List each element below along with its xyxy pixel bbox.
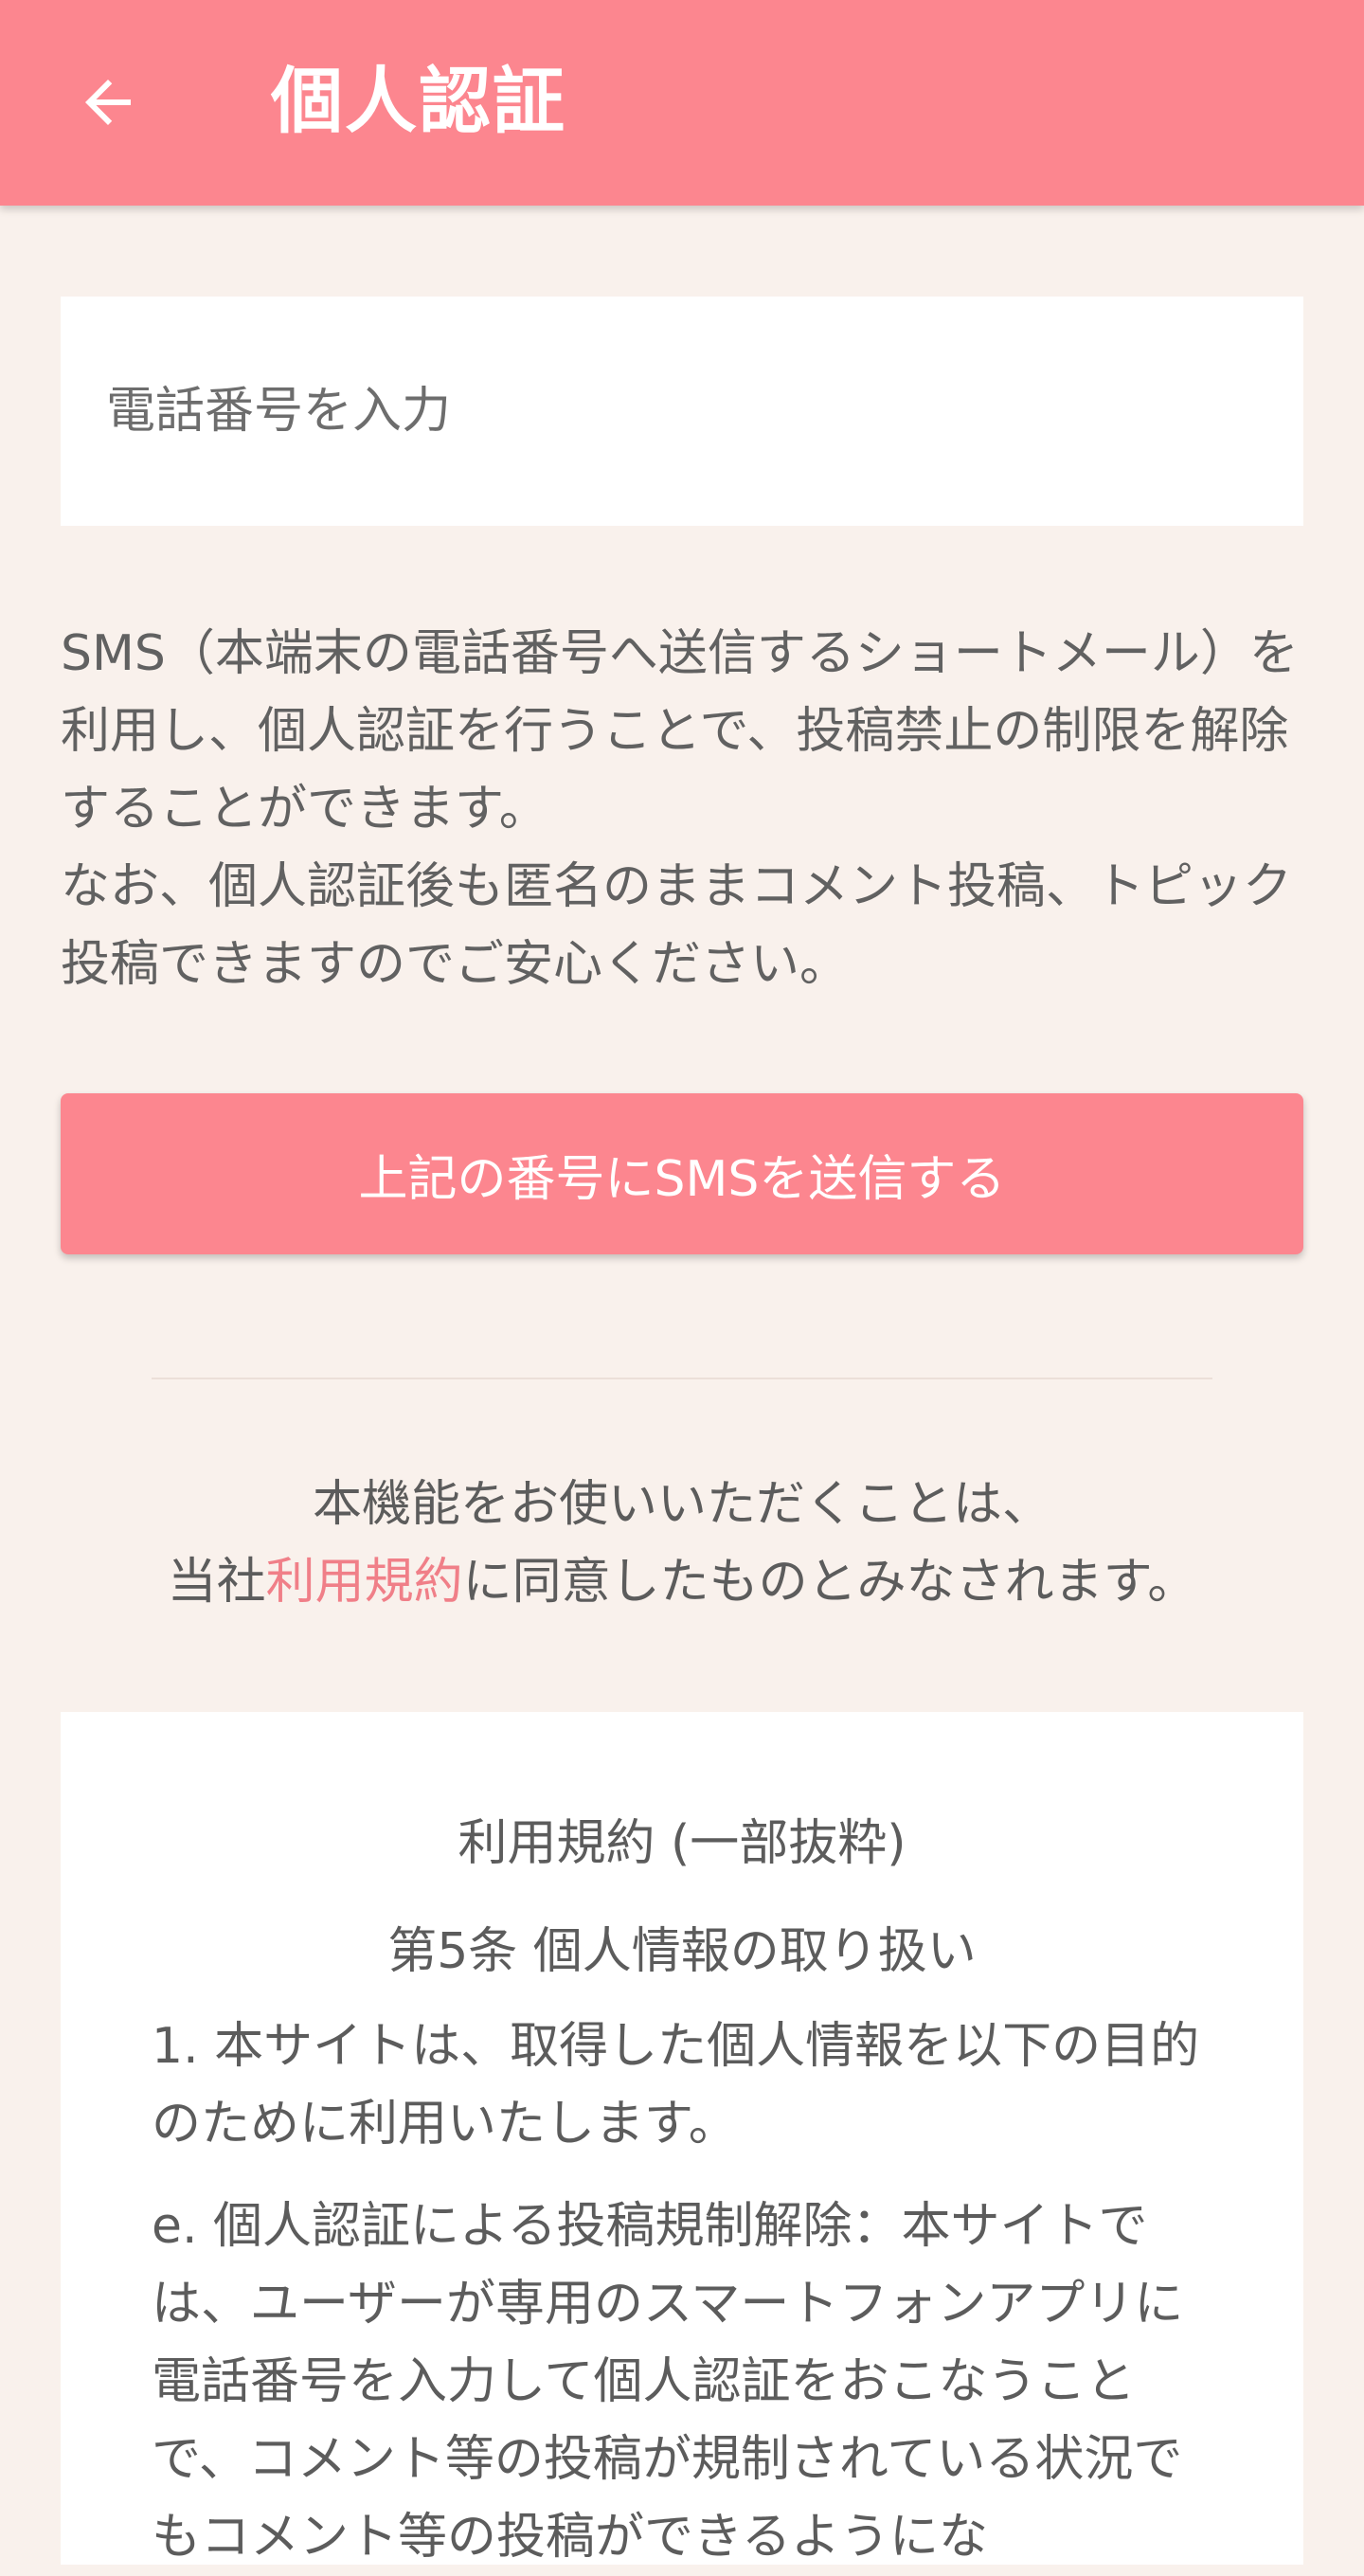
- terms-agreement-notice: 本機能をお使いいただくことは、 当社利用規約に同意したものとみなされます。: [61, 1466, 1303, 1621]
- app-bar: 個人認証: [0, 0, 1364, 206]
- phone-number-input[interactable]: [106, 297, 1258, 526]
- terms-excerpt-card: 利用規約 (一部抜粋) 第5条 個人情報の取り扱い 1. 本サイトは、取得した個…: [61, 1712, 1303, 2566]
- sms-description: SMS（本端末の電話番号へ送信するショートメール）を利用し、個人認証を行うことで…: [61, 625, 1299, 993]
- phone-input-card: [61, 297, 1303, 526]
- agreement-line-1: 本機能をお使いいただくことは、: [312, 1476, 1051, 1533]
- terms-paragraph-2: e. 個人認証による投稿規制解除：本サイトでは、ユーザーが専用のスマートフォンア…: [152, 2198, 1184, 2566]
- arrow-left-icon: [85, 80, 131, 125]
- agreement-suffix: に同意したものとみなされます。: [462, 1554, 1197, 1611]
- send-sms-button[interactable]: 上記の番号にSMSを送信する: [61, 1093, 1303, 1254]
- terms-excerpt-title: 利用規約 (一部抜粋): [458, 1815, 906, 1872]
- back-button[interactable]: [63, 57, 153, 148]
- terms-paragraph-1: 1. 本サイトは、取得した個人情報を以下の目的のために利用いたします。: [152, 2018, 1200, 2153]
- divider: [152, 1378, 1212, 1379]
- agreement-prefix: 当社: [167, 1554, 266, 1611]
- page-title: 個人認証: [271, 59, 566, 143]
- send-sms-button-label: 上記の番号にSMSを送信する: [358, 1150, 1006, 1208]
- agreement-line-2: 当社利用規約に同意したものとみなされます。: [61, 1543, 1303, 1621]
- terms-article-heading: 第5条 個人情報の取り扱い: [387, 1923, 977, 1980]
- terms-of-service-link[interactable]: 利用規約: [266, 1554, 463, 1611]
